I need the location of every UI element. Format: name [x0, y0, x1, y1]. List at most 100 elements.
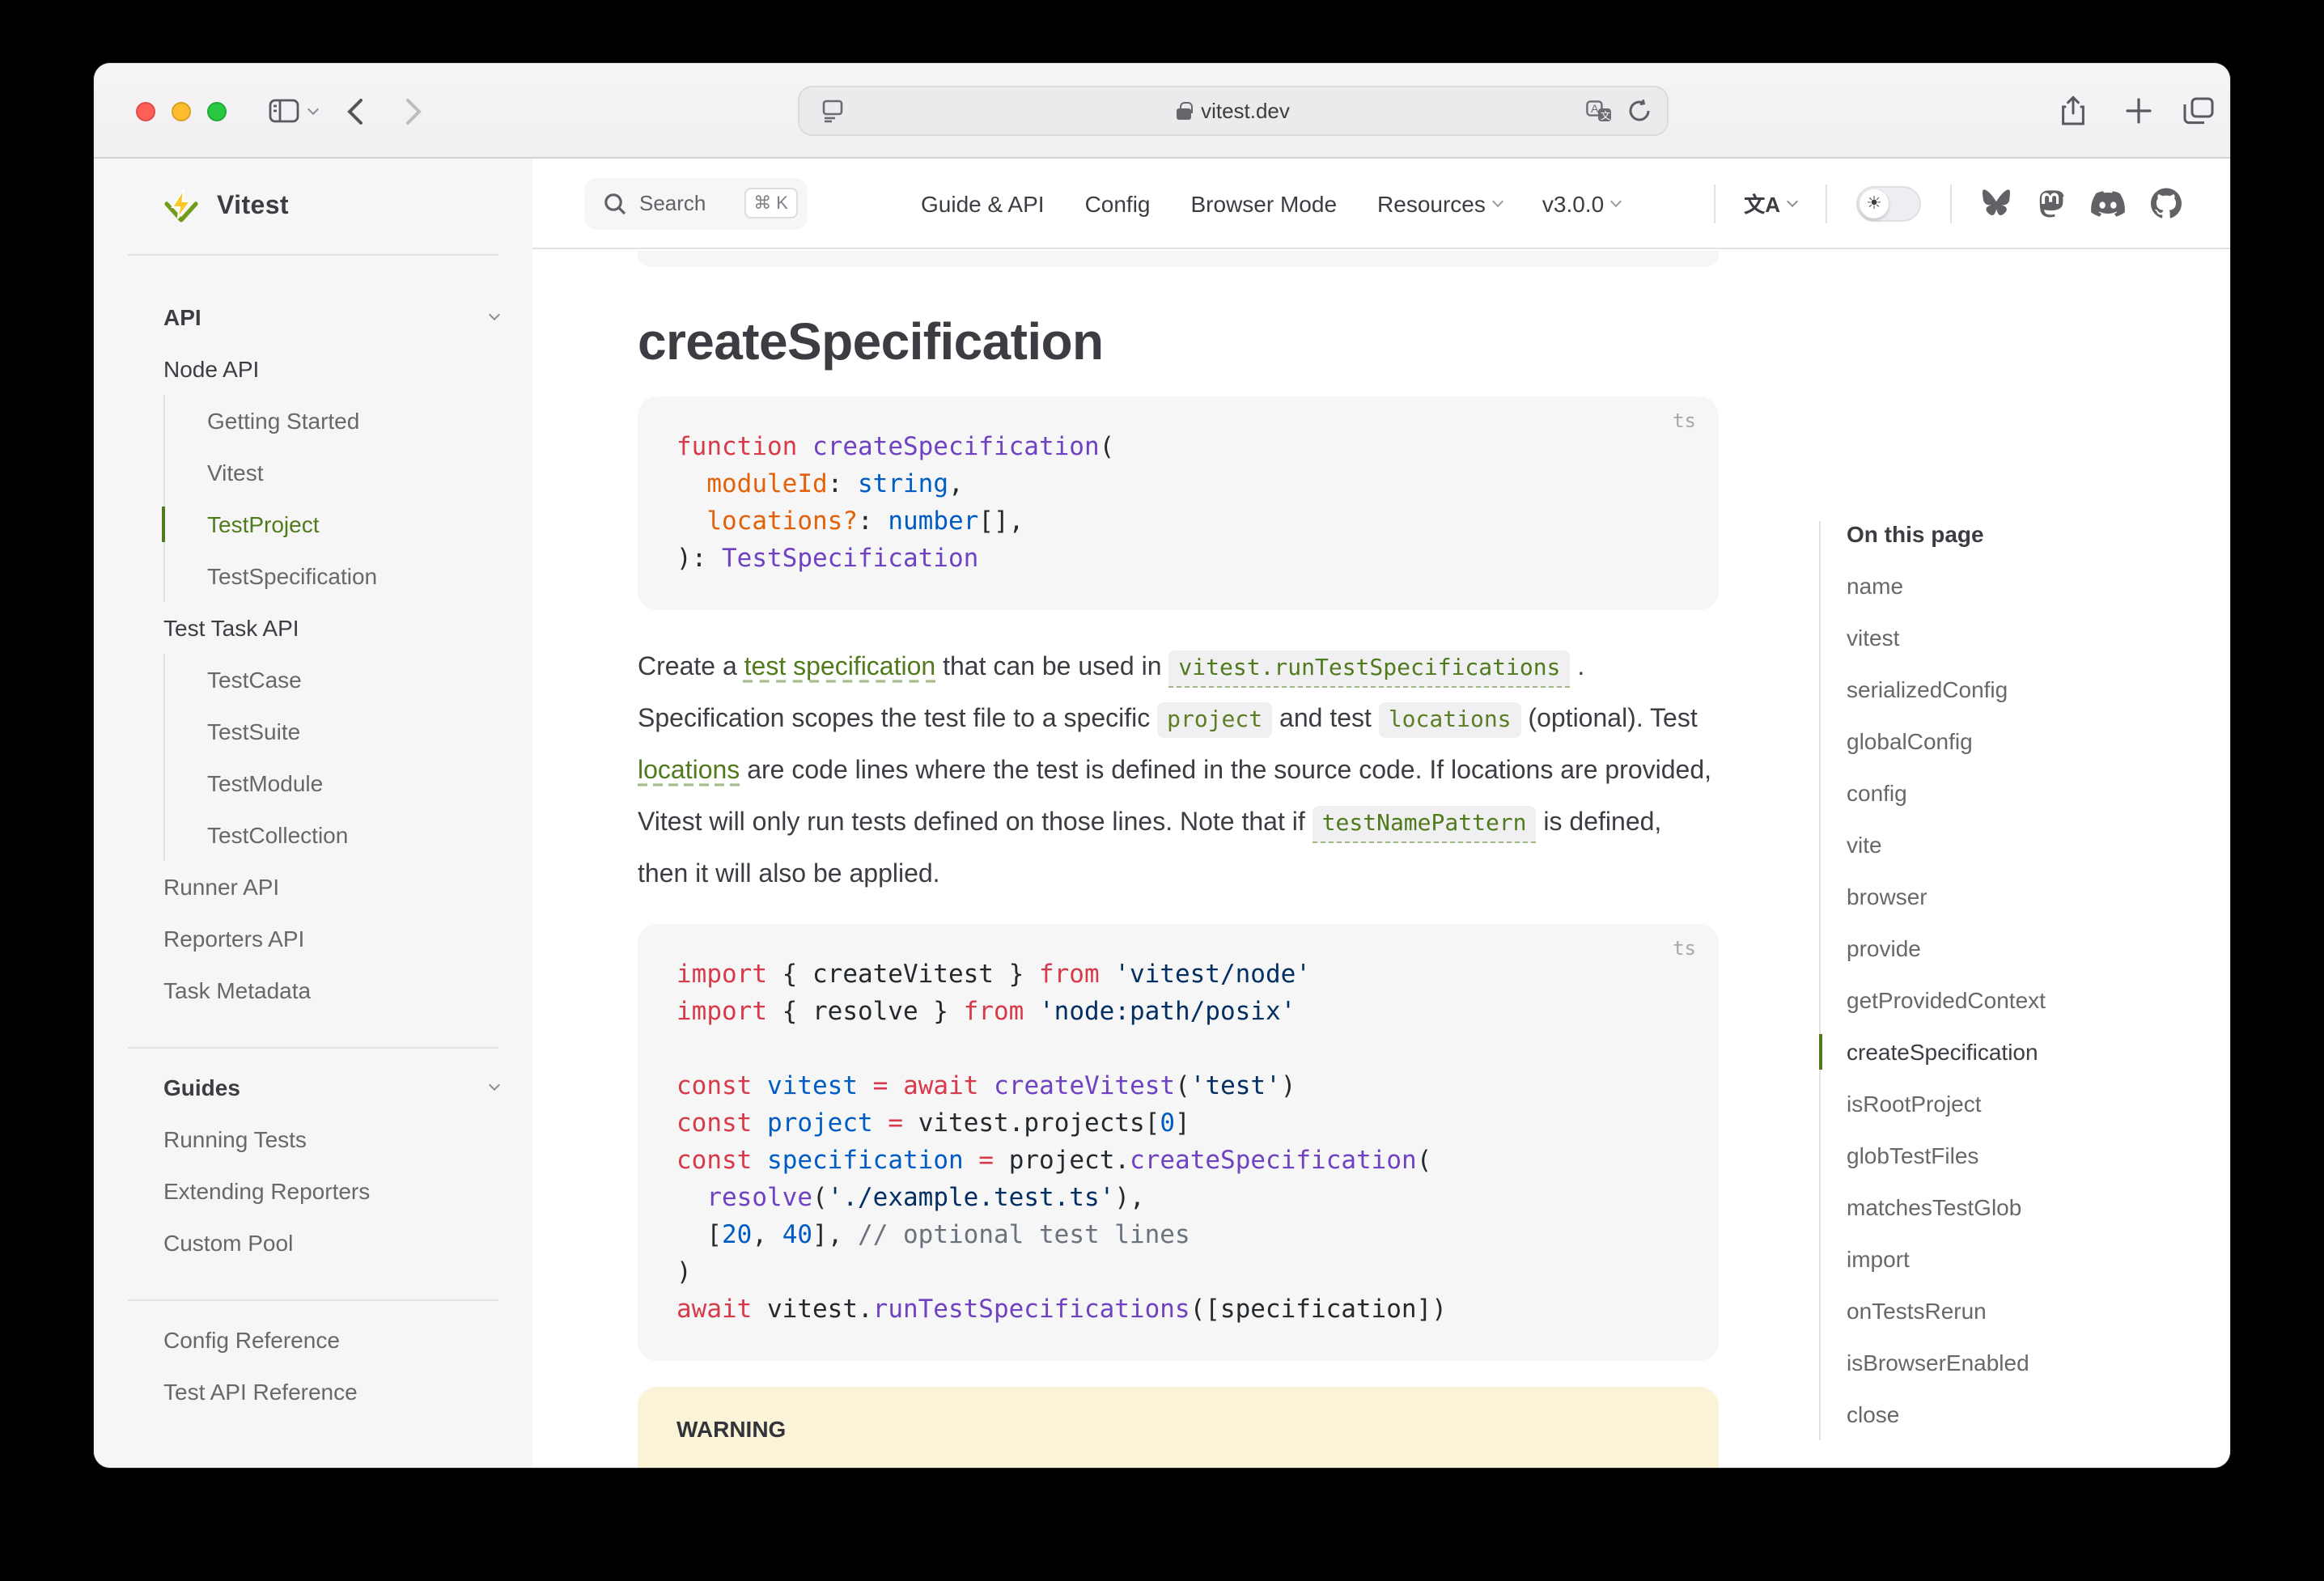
chevron-down-icon: [1492, 195, 1503, 206]
nav-link-config[interactable]: Config: [1085, 190, 1151, 216]
code-signature: function createSpecification( moduleId: …: [676, 429, 1680, 578]
browser-window: vitest.dev A 文: [94, 63, 2230, 1468]
page-title: createSpecification: [638, 309, 1719, 374]
language-menu[interactable]: 文A: [1744, 188, 1796, 218]
back-button[interactable]: [346, 63, 364, 159]
sidebar-nav: APINode APIGetting StartedVitestTestProj…: [94, 256, 532, 1418]
reload-icon[interactable]: [1628, 87, 1651, 134]
theme-toggle[interactable]: ☀: [1856, 185, 1921, 221]
toc-title: On this page: [1847, 521, 2191, 553]
sidebar-item-getting-started[interactable]: Getting Started: [207, 395, 498, 447]
sidebar-item-vitest[interactable]: Vitest: [207, 447, 498, 498]
doc-link-testnamepattern[interactable]: testNamePattern: [1313, 809, 1537, 837]
sidebar-item-testcollection[interactable]: TestCollection: [207, 809, 498, 861]
sidebar-item-extending-reporters[interactable]: Extending Reporters: [163, 1165, 498, 1217]
tab-overview-icon[interactable]: [2183, 63, 2214, 159]
sidebar-item-testcase[interactable]: TestCase: [207, 654, 498, 706]
toc-item-isbrowserenabled[interactable]: isBrowserEnabled: [1847, 1337, 2191, 1388]
toc-item-config[interactable]: config: [1847, 767, 2191, 819]
translate-icon[interactable]: A 文: [1586, 87, 1612, 134]
sidebar-item-testsuite[interactable]: TestSuite: [207, 706, 498, 757]
toc-item-serializedconfig[interactable]: serializedConfig: [1847, 663, 2191, 715]
toc-list: namevitestserializedConfigglobalConfigco…: [1847, 560, 2191, 1440]
warning-body: createSpecification expects resolved mod…: [676, 1464, 1680, 1468]
sidebar-item-task-metadata[interactable]: Task Metadata: [163, 964, 498, 1016]
sidebar-item-testproject[interactable]: TestProject: [207, 498, 498, 550]
nav-link-resources[interactable]: Resources: [1377, 190, 1502, 216]
close-window-button[interactable]: [136, 102, 155, 121]
sidebar-item-test-task-api[interactable]: Test Task API: [163, 602, 498, 654]
chevron-down-icon: [1610, 195, 1622, 206]
toc-item-isrootproject[interactable]: isRootProject: [1847, 1078, 2191, 1130]
site-logo[interactable]: Vitest: [94, 159, 532, 254]
sidebar-item-api[interactable]: API: [163, 291, 498, 343]
toolbar-chevron-down-icon[interactable]: [309, 63, 317, 159]
sidebar-toggle-icon[interactable]: [269, 63, 299, 159]
toc-item-name[interactable]: name: [1847, 560, 2191, 612]
sidebar-item-testspecification[interactable]: TestSpecification: [207, 550, 498, 602]
toc-item-vite[interactable]: vite: [1847, 819, 2191, 871]
sun-icon: ☀: [1860, 189, 1889, 218]
svg-text:A: A: [1591, 101, 1599, 114]
chevron-down-icon: [1787, 195, 1798, 206]
nav-links: Guide & API Config Browser Mode Resources v3…: [921, 190, 1620, 216]
nav-link-browser-mode[interactable]: Browser Mode: [1191, 190, 1338, 216]
browser-toolbar: vitest.dev A 文: [94, 63, 2230, 159]
search-shortcut-badge: ⌘ K: [744, 188, 798, 218]
toc-item-import[interactable]: import: [1847, 1233, 2191, 1285]
sidebar-divider: [128, 1299, 498, 1301]
search-input[interactable]: Search ⌘ K: [584, 177, 808, 229]
doc-link-locations[interactable]: locations: [638, 757, 740, 785]
toc-item-getprovidedcontext[interactable]: getProvidedContext: [1847, 974, 2191, 1026]
example-code-block[interactable]: ts import { createVitest } from 'vitest/…: [638, 924, 1719, 1361]
toc-item-browser[interactable]: browser: [1847, 871, 2191, 922]
forward-button[interactable]: [405, 63, 422, 159]
github-icon[interactable]: [2151, 188, 2182, 218]
screenshot-root: vitest.dev A 文: [0, 0, 2324, 1581]
doc-sidebar: Vitest APINode APIGetting StartedVitestT…: [94, 159, 532, 1468]
sidebar-item-running-tests[interactable]: Running Tests: [163, 1113, 498, 1165]
address-bar[interactable]: vitest.dev A 文: [798, 86, 1669, 136]
social-links: [1981, 188, 2182, 218]
toc: On this page namevitestserializedConfigg…: [1819, 521, 2191, 1440]
sidebar-item-custom-pool[interactable]: Custom Pool: [163, 1217, 498, 1269]
nav-divider: [1826, 184, 1827, 223]
warning-title: WARNING: [676, 1416, 1680, 1442]
discord-icon[interactable]: [2091, 190, 2125, 216]
toc-item-createspecification[interactable]: createSpecification: [1847, 1026, 2191, 1078]
toc-item-globalconfig[interactable]: globalConfig: [1847, 715, 2191, 767]
minimize-window-button[interactable]: [172, 102, 191, 121]
sidebar-item-node-api[interactable]: Node API: [163, 343, 498, 395]
toc-item-provide[interactable]: provide: [1847, 922, 2191, 974]
toc-item-ontestsrerun[interactable]: onTestsRerun: [1847, 1285, 2191, 1337]
sidebar-item-testmodule[interactable]: TestModule: [207, 757, 498, 809]
share-icon[interactable]: [2060, 63, 2086, 159]
sidebar-item-test-api-reference[interactable]: Test API Reference: [163, 1366, 498, 1418]
nav-right-cluster: 文A ☀: [1713, 184, 2230, 223]
sidebar-item-guides[interactable]: Guides: [163, 1062, 498, 1113]
doc-link-vitest-runtestspecifications[interactable]: vitest.runTestSpecifications: [1168, 654, 1570, 681]
toc-item-vitest[interactable]: vitest: [1847, 612, 2191, 663]
sidebar-subgroup: TestCaseTestSuiteTestModuleTestCollectio…: [163, 654, 498, 861]
zoom-window-button[interactable]: [207, 102, 227, 121]
bluesky-icon[interactable]: [1981, 189, 2012, 217]
code-lang-label: ts: [1673, 409, 1696, 432]
toc-item-close[interactable]: close: [1847, 1388, 2191, 1440]
sidebar-divider: [128, 1047, 498, 1049]
toc-item-matchestestglob[interactable]: matchesTestGlob: [1847, 1181, 2191, 1233]
nav-link-guide-api[interactable]: Guide & API: [921, 190, 1045, 216]
signature-code-block[interactable]: ts function createSpecification( moduleI…: [638, 396, 1719, 610]
vitest-logo-icon: [162, 187, 201, 226]
sidebar-item-config-reference[interactable]: Config Reference: [163, 1314, 498, 1366]
sidebar-item-runner-api[interactable]: Runner API: [163, 861, 498, 913]
mastodon-icon[interactable]: [2038, 189, 2065, 218]
new-tab-icon[interactable]: [2125, 63, 2152, 159]
nav-link-v3-0-0[interactable]: v3.0.0: [1542, 190, 1620, 216]
doc-content: createSpecification ts function createSp…: [638, 249, 1719, 1468]
doc-link-test-specification[interactable]: test specification: [744, 654, 936, 681]
site-logo-text: Vitest: [217, 192, 289, 221]
url-text-group: vitest.dev: [799, 87, 1667, 134]
sidebar-item-reporters-api[interactable]: Reporters API: [163, 913, 498, 964]
toc-item-globtestfiles[interactable]: globTestFiles: [1847, 1130, 2191, 1181]
nav-divider: [1950, 184, 1952, 223]
